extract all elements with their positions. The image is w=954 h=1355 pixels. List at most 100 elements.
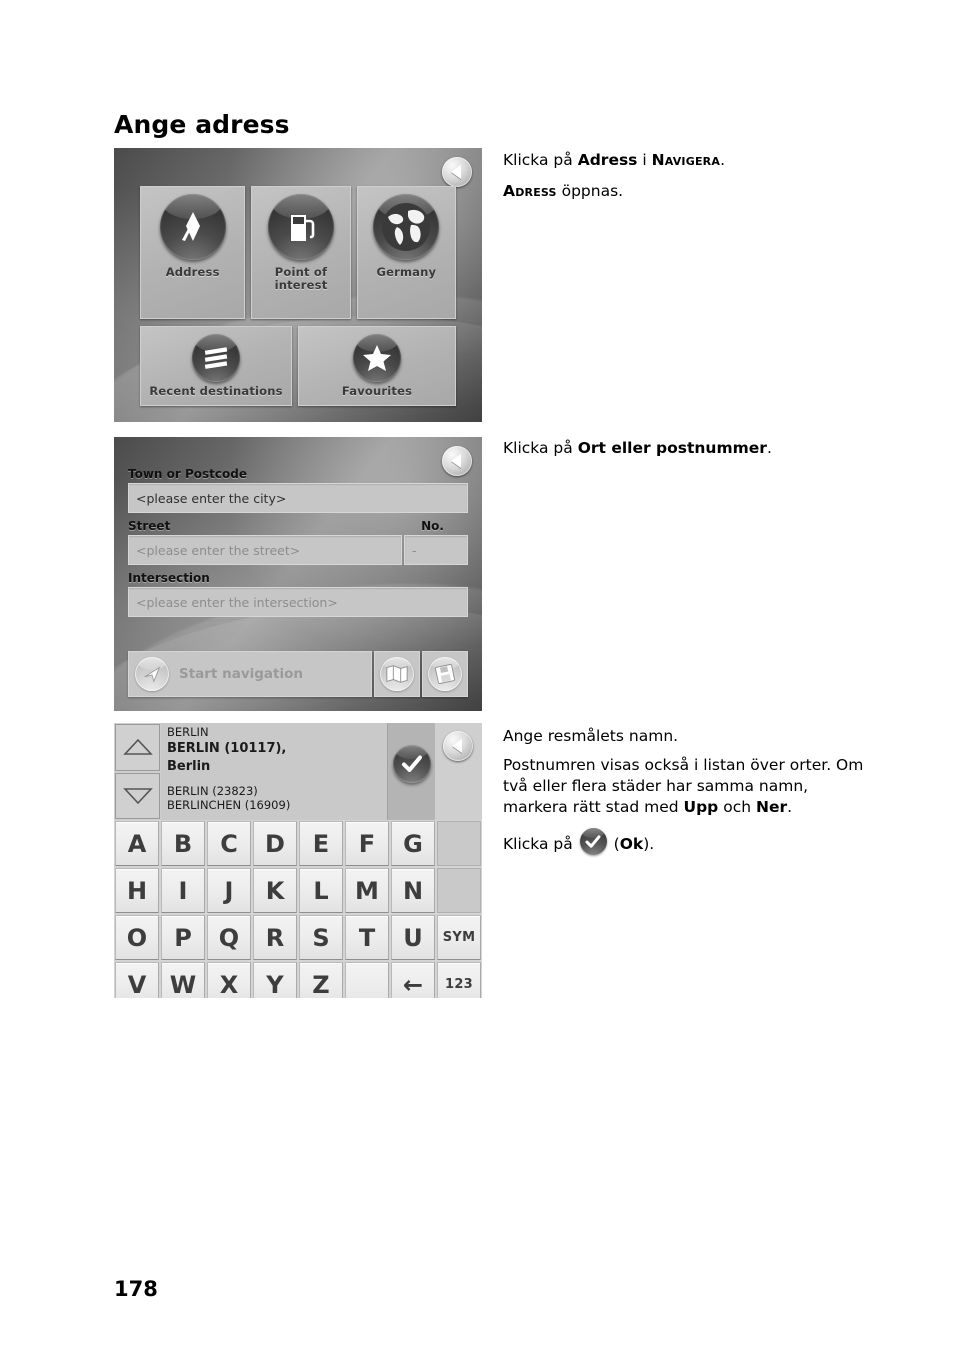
text-bold-ok: Ok (619, 834, 644, 853)
intersection-label: Intersection (128, 571, 210, 585)
key-u[interactable]: U (391, 915, 435, 960)
street-row: <please enter the street> - (128, 535, 468, 565)
key-o[interactable]: O (115, 915, 159, 960)
screenshot-city-keyboard: BERLIN BERLIN (10117), Berlin BERLIN (23… (114, 723, 482, 998)
key-backspace[interactable]: ← (391, 962, 435, 998)
instruction-line-3: Klicka på (Ok). (503, 827, 875, 855)
city-result-list[interactable]: BERLIN BERLIN (10117), Berlin BERLIN (23… (161, 723, 387, 820)
instruction-line-1: Klicka på Adress i Navigera. (503, 150, 875, 171)
back-button-column (435, 723, 482, 820)
checkmark-icon (579, 827, 607, 855)
keyboard-row-1: A B C D E F G (114, 820, 482, 867)
keyboard-row-4: V W X Y Z _ ← 123 (114, 961, 482, 998)
key-l[interactable]: L (299, 868, 343, 913)
page-title: Ange adress (114, 110, 290, 139)
street-label-row: Street No. (128, 519, 468, 533)
key-b[interactable]: B (161, 821, 205, 866)
key-p[interactable]: P (161, 915, 205, 960)
key-sym[interactable]: SYM (437, 915, 481, 960)
house-number-label: No. (421, 519, 444, 533)
key-f[interactable]: F (345, 821, 389, 866)
scroll-down-button[interactable] (115, 772, 160, 819)
tile-label: Favourites (341, 384, 413, 399)
text-fragment: Klicka på (503, 439, 578, 457)
address-form: Town or Postcode <please enter the city>… (128, 467, 468, 617)
key-w[interactable]: W (161, 962, 205, 998)
text-fragment: och (718, 797, 756, 816)
back-button[interactable] (442, 157, 472, 187)
list-item[interactable]: BERLIN (167, 725, 381, 739)
street-label: Street (128, 519, 171, 533)
city-list-panel: BERLIN BERLIN (10117), Berlin BERLIN (23… (114, 723, 482, 820)
house-number-input[interactable]: - (404, 535, 468, 565)
intersection-input[interactable]: <please enter the intersection> (128, 587, 468, 617)
tile-row-bottom: Recent destinations Favourites (140, 326, 456, 406)
tile-row-top: Address Point of interest Germany (140, 186, 456, 319)
text-fragment: öppnas. (556, 181, 624, 200)
triangle-down-icon (122, 787, 153, 804)
tile-point-of-interest[interactable]: Point of interest (251, 186, 351, 319)
text-fragment: . (720, 151, 725, 169)
back-button[interactable] (443, 731, 473, 761)
keyboard-row-2: H I J K L M N (114, 867, 482, 914)
key-s[interactable]: S (299, 915, 343, 960)
key-c[interactable]: C (207, 821, 251, 866)
confirm-column[interactable] (387, 723, 435, 820)
key-n[interactable]: N (391, 868, 435, 913)
tile-address[interactable]: Address (140, 186, 246, 319)
key-i[interactable]: I (161, 868, 205, 913)
instruction-line-2: Postnumren visas också i listan över ort… (503, 755, 875, 818)
text-fragment: Klicka på (503, 834, 578, 853)
key-space-underscore[interactable]: _ (345, 962, 389, 998)
key-y[interactable]: Y (253, 962, 297, 998)
key-t[interactable]: T (345, 915, 389, 960)
tile-label: Recent destinations (149, 384, 283, 399)
instruction-line-1: Klicka på Ort eller postnummer. (503, 438, 875, 459)
key-g[interactable]: G (391, 821, 435, 866)
start-navigation-button[interactable]: Start navigation (128, 651, 372, 697)
text-smallcaps-navigera: Navigera (651, 151, 721, 169)
triangle-up-icon (122, 739, 153, 756)
text-fragment: . (766, 439, 772, 457)
checkmark-icon[interactable] (392, 745, 431, 783)
list-item[interactable]: BERLINCHEN (16909) (167, 798, 381, 812)
list-item-selected-line2[interactable]: Berlin (167, 759, 381, 775)
key-k[interactable]: K (253, 868, 297, 913)
tile-label: Germany (376, 265, 437, 279)
menu-tile-grid: Address Point of interest Germany Recent… (140, 186, 456, 406)
tile-favourites[interactable]: Favourites (298, 326, 456, 406)
text-bold-upp: Upp (683, 797, 719, 816)
tile-recent-destinations[interactable]: Recent destinations (140, 326, 293, 406)
instruction-block-step3: Ange resmålets namn. Postnumren visas oc… (503, 726, 875, 865)
town-or-postcode-label: Town or Postcode (128, 467, 247, 481)
fuel-pump-icon (267, 194, 334, 260)
key-r[interactable]: R (253, 915, 297, 960)
save-destination-button[interactable] (422, 651, 468, 697)
tile-germany[interactable]: Germany (356, 186, 456, 319)
town-or-postcode-input[interactable]: <please enter the city> (128, 483, 468, 513)
navigation-arrow-icon (135, 657, 169, 691)
list-item-selected[interactable]: BERLIN (10117), (167, 741, 381, 757)
key-z[interactable]: Z (299, 962, 343, 998)
key-j[interactable]: J (207, 868, 251, 913)
list-scroll-controls (114, 723, 161, 820)
key-a[interactable]: A (115, 821, 159, 866)
screenshot-address-form: Town or Postcode <please enter the city>… (114, 437, 482, 711)
key-e[interactable]: E (299, 821, 343, 866)
scroll-up-button[interactable] (115, 724, 160, 771)
instruction-line-2: Adress öppnas. (503, 181, 875, 202)
show-on-map-button[interactable] (374, 651, 420, 697)
key-numeric[interactable]: 123 (437, 962, 481, 998)
onscreen-keyboard: A B C D E F G H I J K L M N O P Q R S T … (114, 820, 482, 998)
street-input[interactable]: <please enter the street> (128, 535, 402, 565)
text-fragment: ( (608, 834, 620, 853)
text-smallcaps-adress: Adress (503, 181, 557, 200)
key-h[interactable]: H (115, 868, 159, 913)
text-fragment: Klicka på (503, 151, 578, 169)
key-q[interactable]: Q (207, 915, 251, 960)
key-d[interactable]: D (253, 821, 297, 866)
key-m[interactable]: M (345, 868, 389, 913)
key-v[interactable]: V (115, 962, 159, 998)
key-x[interactable]: X (207, 962, 251, 998)
list-item[interactable]: BERLIN (23823) (167, 785, 381, 798)
